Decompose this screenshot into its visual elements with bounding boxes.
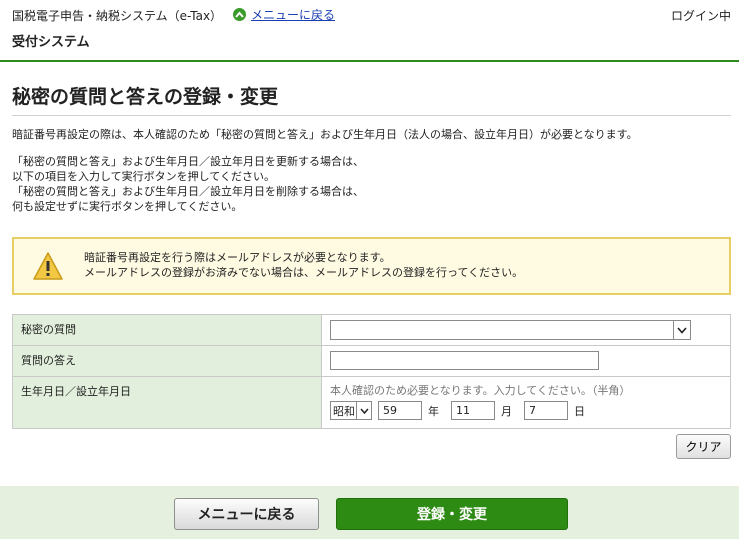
year-input[interactable]: 59 [378,401,422,420]
form-row-answer: 質問の答え [12,345,731,377]
month-input[interactable]: 11 [451,401,495,420]
warning-icon [33,252,63,280]
chevron-down-icon [356,402,371,419]
registration-form: 秘密の質問 質問の答え 生年月日／設立年月日 本人確認のため必要となります。入力… [12,314,731,429]
email-notice: 暗証番号再設定を行う際はメールアドレスが必要となります。 メールアドレスの登録が… [12,237,731,295]
day-input[interactable]: 7 [524,401,568,420]
system-name: 国税電子申告・納税システム（e-Tax） [12,9,223,23]
era-value: 昭和 [333,404,355,418]
secret-question-select[interactable] [330,320,691,340]
instruction-line: 「秘密の質問と答え」および生年月日／設立年月日を削除する場合は、 [12,185,364,198]
chevron-up-icon [233,8,246,21]
top-bar: 国税電子申告・納税システム（e-Tax） メニューに戻る ログイン中 受付システ… [0,0,739,62]
page-title: 秘密の質問と答えの登録・変更 [12,86,279,108]
notice-line: メールアドレスの登録がお済みでない場合は、メールアドレスの登録を行ってください。 [84,266,524,279]
menu-return-link-group[interactable]: メニューに戻る [233,6,335,23]
day-unit: 日 [574,404,585,418]
era-select[interactable]: 昭和 [330,401,372,420]
clear-button[interactable]: クリア [676,434,731,459]
birthdate-fields: 昭和 59 年 11 月 7 日 [330,401,722,420]
month-unit: 月 [501,404,512,418]
answer-label: 質問の答え [12,345,322,377]
birthdate-hint: 本人確認のため必要となります。入力してください。（半角） [330,384,631,397]
menu-return-link[interactable]: メニューに戻る [251,6,335,23]
register-change-button[interactable]: 登録・変更 [336,498,568,530]
question-label: 秘密の質問 [12,314,322,346]
title-divider [12,115,731,116]
footer-bar: メニューに戻る 登録・変更 [0,486,739,539]
birthdate-label: 生年月日／設立年月日 [12,376,322,429]
notice-line: 暗証番号再設定を行う際はメールアドレスが必要となります。 [84,251,391,264]
secret-answer-input[interactable] [330,351,599,370]
back-to-menu-button[interactable]: メニューに戻る [174,498,319,530]
subsystem-name: 受付システム [12,35,90,50]
chevron-down-icon [673,321,690,339]
form-row-question: 秘密の質問 [12,314,731,346]
instruction-line: 「秘密の質問と答え」および生年月日／設立年月日を更新する場合は、 [12,155,364,168]
instruction-line: 以下の項目を入力して実行ボタンを押してください。 [12,170,276,183]
intro-text: 暗証番号再設定の際は、本人確認のため「秘密の質問と答え」および生年月日（法人の場… [12,128,638,141]
year-unit: 年 [428,404,439,418]
instruction-line: 何も設定せずに実行ボタンを押してください。 [12,200,243,213]
instructions: 「秘密の質問と答え」および生年月日／設立年月日を更新する場合は、 以下の項目を入… [12,154,364,214]
form-row-birthdate: 生年月日／設立年月日 本人確認のため必要となります。入力してください。（半角） … [12,376,731,429]
login-status: ログイン中 [670,9,731,23]
